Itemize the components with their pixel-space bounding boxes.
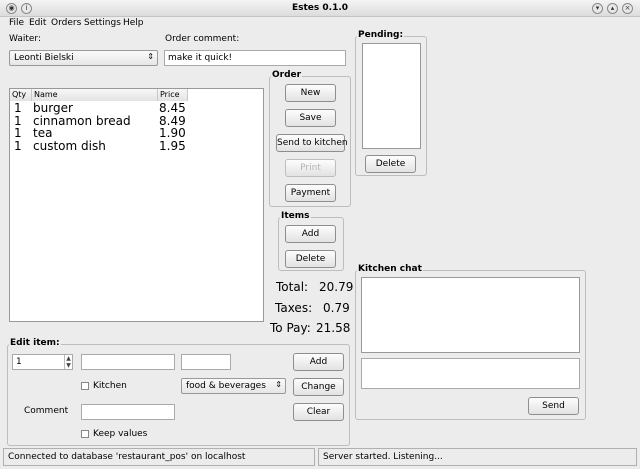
maximize-icon[interactable]: ▴ [607,3,618,14]
stepper-arrows-icon[interactable]: ▲ ▼ [64,355,72,369]
order-comment-label: Order comment: [165,34,240,44]
row-name: custom dish [33,139,106,153]
row-name: burger [33,101,73,115]
close-icon[interactable]: × [622,3,633,14]
kitchen-chat-send-button[interactable]: Send [528,397,579,415]
menu-settings[interactable]: Settings [84,18,121,28]
column-header-name[interactable]: Name [32,89,158,101]
new-order-button[interactable]: New [285,84,336,102]
edit-item-title: Edit item: [9,338,61,348]
edit-change-button[interactable]: Change [293,378,344,396]
item-price-input[interactable] [181,354,231,370]
category-value: food & beverages [186,381,266,391]
add-item-button[interactable]: Add [285,225,336,243]
kitchen-chat-log[interactable] [361,277,580,353]
row-price: 1.90 [159,126,186,140]
order-items-table[interactable]: Qty Name Price 1 burger 8.45 1 cinnamon … [9,88,264,322]
waiter-select[interactable]: Leonti Bielski ⇕ [9,50,158,66]
send-to-kitchen-button[interactable]: Send to kitchen [276,134,348,152]
category-select[interactable]: food & beverages ⇕ [181,378,286,394]
pending-title: Pending: [357,30,405,40]
quantity-value: 1 [16,357,22,367]
edit-clear-button[interactable]: Clear [293,403,344,421]
payment-button[interactable]: Payment [285,184,336,202]
table-row[interactable]: 1 tea 1.90 [10,127,263,139]
chevron-updown-icon: ⇕ [275,380,282,389]
pending-orders-list[interactable] [362,43,421,149]
menu-bar: File Edit Orders Settings Help [0,17,640,31]
table-row[interactable]: 1 burger 8.45 [10,102,263,114]
delete-item-button[interactable]: Delete [285,250,336,268]
menu-orders[interactable]: Orders [51,18,81,28]
column-header-qty[interactable]: Qty [10,89,32,101]
taxes-value: 0.79 [323,301,350,315]
row-price: 8.45 [159,101,186,115]
kitchen-chat-input[interactable] [361,358,580,389]
minimize-icon[interactable]: ▾ [592,3,603,14]
total-value: 20.79 [319,280,354,294]
row-name: tea [33,126,53,140]
status-right: Server started. Listening... [318,448,637,466]
comment-label: Comment [24,406,69,416]
item-comment-input[interactable] [81,404,175,420]
items-group-title: Items [280,211,311,221]
order-group-title: Order [271,70,303,80]
kitchen-checkbox-label: Kitchen [93,381,127,391]
chevron-updown-icon: ⇕ [147,52,154,61]
waiter-value: Leonti Bielski [14,53,74,63]
keep-values-checkbox[interactable] [81,430,89,438]
window-title: Estes 0.1.0 [291,3,349,13]
order-comment-input[interactable]: make it quick! [164,50,346,66]
waiter-label: Waiter: [9,34,41,44]
menu-file[interactable]: File [9,18,24,28]
column-header-price[interactable]: Price [158,89,188,101]
taxes-label: Taxes: [275,301,313,315]
pending-delete-button[interactable]: Delete [365,155,416,173]
to-pay-label: To Pay: [270,321,311,335]
keep-values-label: Keep values [93,429,148,439]
row-price: 1.95 [159,139,186,153]
save-order-button[interactable]: Save [285,109,336,127]
menu-help[interactable]: Help [123,18,144,28]
total-label: Total: [276,280,309,294]
to-pay-value: 21.58 [316,321,351,335]
row-qty: 1 [14,126,22,140]
kitchen-chat-title: Kitchen chat [357,264,423,274]
row-qty: 1 [14,139,22,153]
table-row[interactable]: 1 custom dish 1.95 [10,140,263,152]
menu-edit[interactable]: Edit [29,18,46,28]
kitchen-checkbox[interactable] [81,382,89,390]
edit-add-button[interactable]: Add [293,353,344,371]
status-left: Connected to database 'restaurant_pos' o… [3,448,315,466]
item-name-input[interactable] [81,354,175,370]
print-button[interactable]: Print [285,159,336,177]
row-qty: 1 [14,101,22,115]
